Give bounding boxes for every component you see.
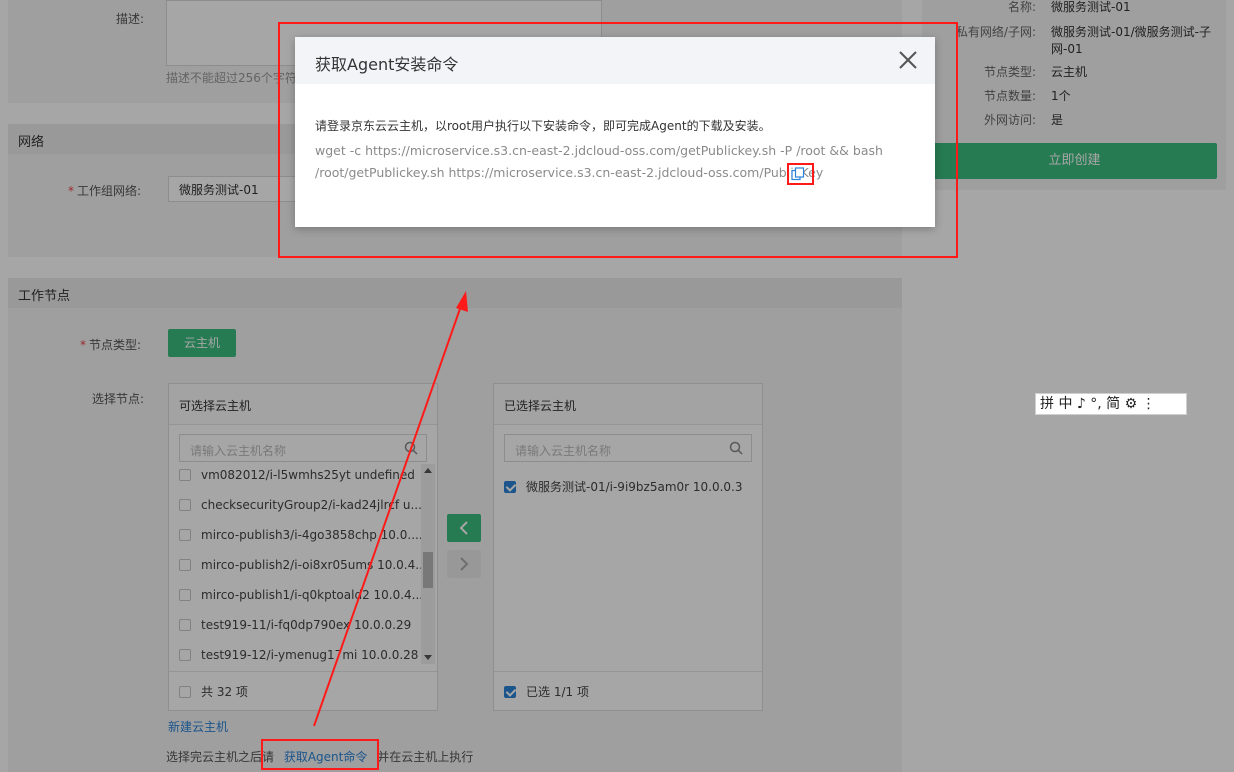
annotation-copy-box xyxy=(787,163,814,185)
annotation-dialog-box xyxy=(278,22,958,258)
ime-toolbar[interactable]: 拼 中 ♪ °, 简 ⚙ ⋮ xyxy=(1035,393,1187,415)
annotation-link-box xyxy=(261,739,379,770)
